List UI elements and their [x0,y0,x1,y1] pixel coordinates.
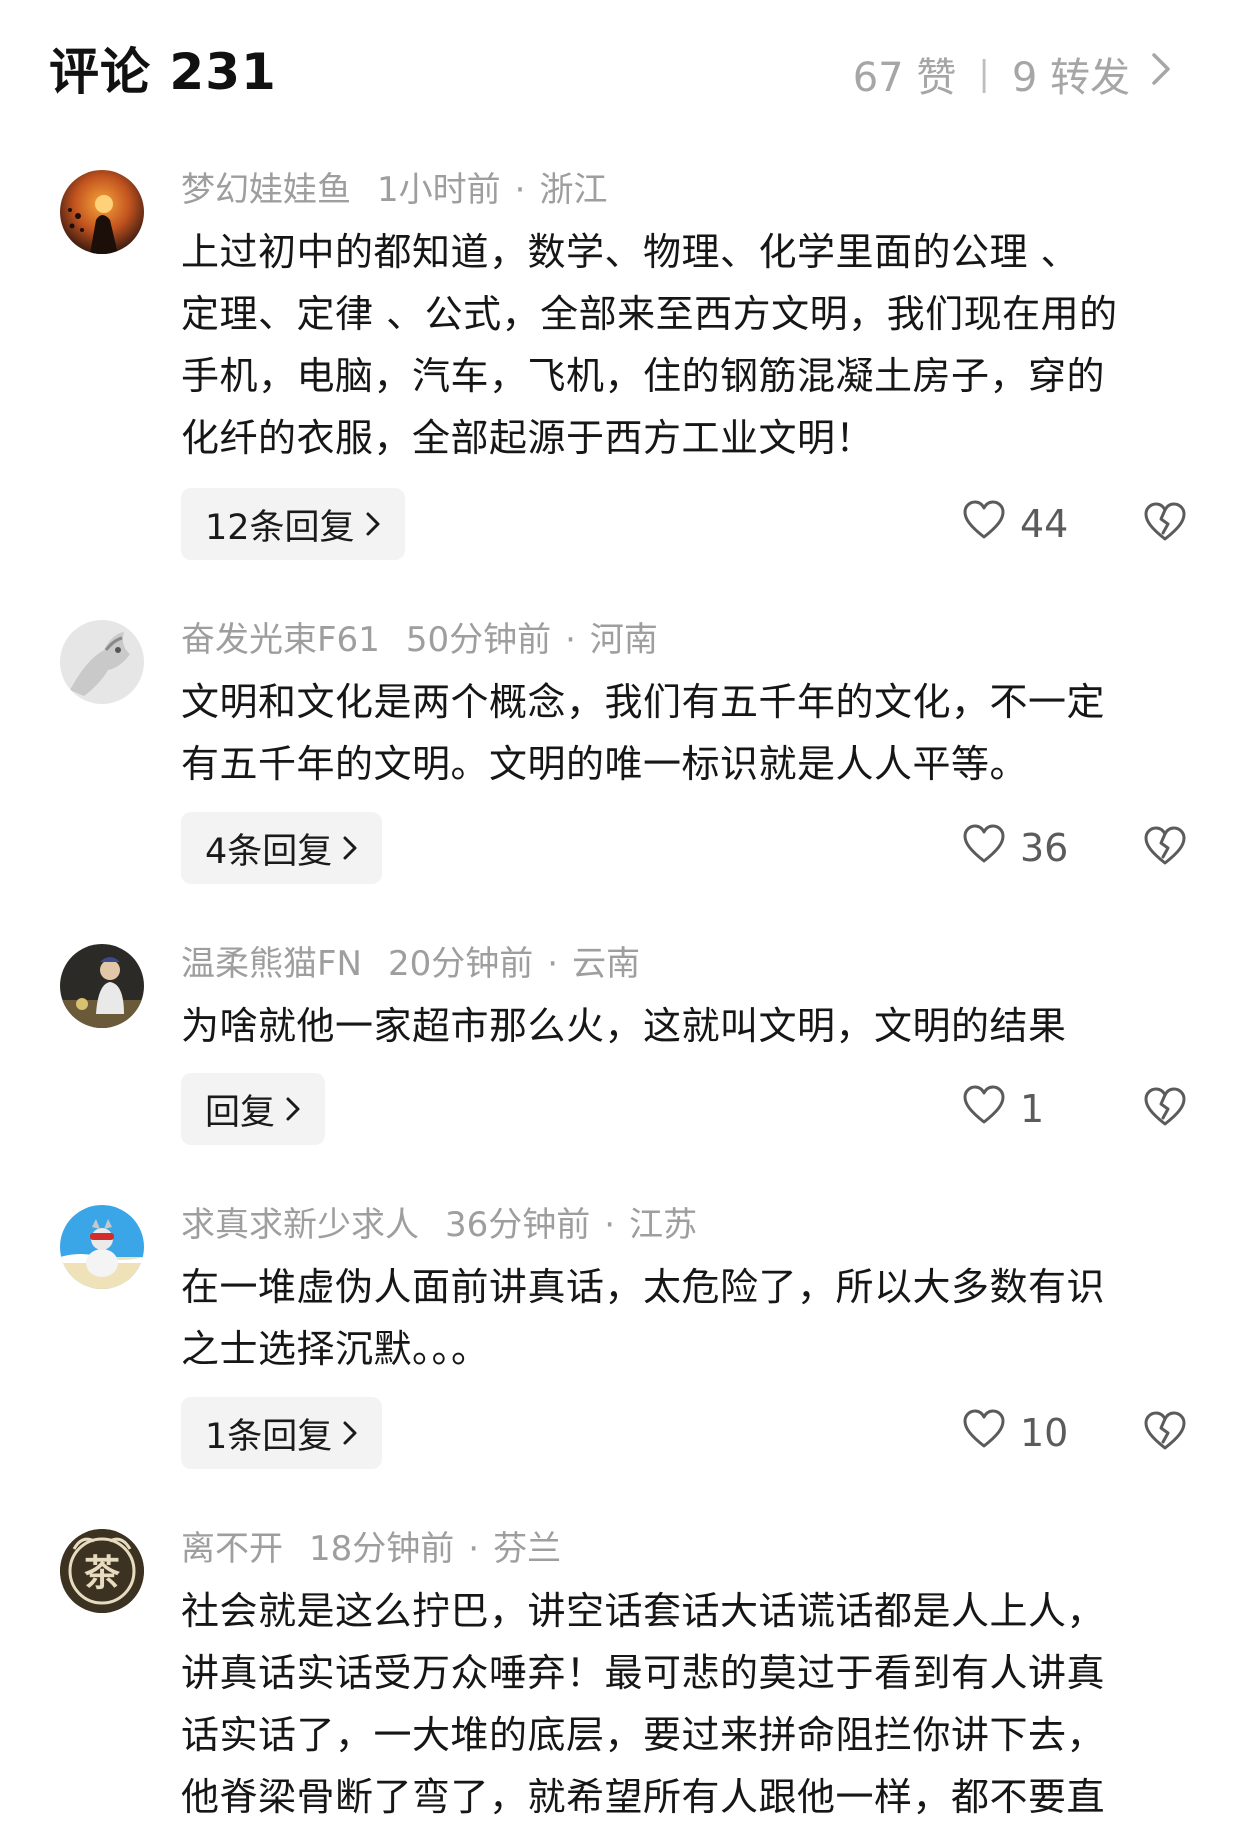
comment-meta: 梦幻娃娃鱼 1小时前 · 浙江 [181,170,608,210]
username[interactable]: 温柔熊猫FN [181,944,362,984]
like-button[interactable]: 1 [962,1073,1044,1145]
dislike-button[interactable] [1143,1397,1187,1469]
comment-location: 江苏 [629,1205,698,1245]
comment-time: 36分钟前 [445,1205,591,1245]
stats-separator: | [978,54,990,94]
comment-time: 20分钟前 [388,944,534,984]
comment-time: 50分钟前 [405,620,552,660]
view-replies-button[interactable]: 4条回复 [181,812,383,884]
comment-line: 社会就是这么拧巴，讲空话套话大话谎话都是人上人， [181,1589,1106,1633]
comment-location: 河南 [589,620,658,660]
replies-label: 4条回复 [205,831,333,872]
comment-meta: 温柔熊猫FN 20分钟前 · 云南 [181,944,641,984]
avatar[interactable] [60,170,144,254]
avatar[interactable] [60,944,144,1028]
comment-line: 为啥就他一家超市那么火，这就叫文明，文明的结果 [181,1004,1067,1048]
comment-line: 有五千年的文明。文明的唯一标识就是人人平等。 [181,742,1029,786]
chevron-right-icon [342,1419,358,1447]
comment-text: 文明和文化是两个概念，我们有五千年的文化，不一定 有五千年的文明。文明的唯一标识… [181,671,1211,795]
like-count: 36 [1020,826,1069,870]
comment-line: 定理、定律 、公式，全部来至西方文明，我们现在用的 [181,292,1118,336]
view-replies-button[interactable]: 1条回复 [181,1397,383,1469]
broken-heart-icon [1143,502,1187,546]
comment-time: 18分钟前 [309,1529,455,1569]
broken-heart-icon [1143,1087,1187,1131]
like-button[interactable]: 10 [962,1397,1068,1469]
comment-line: 上过初中的都知道，数学、物理、化学里面的公理 、 [181,230,1080,274]
chevron-right-icon [342,834,358,862]
comment-meta: 离不开 18分钟前 · 芬兰 [181,1529,562,1569]
replies-label: 回复 [205,1092,276,1133]
avatar[interactable]: 茶 [60,1529,144,1613]
like-count: 44 [1020,502,1069,546]
comment-line: 化纤的衣服，全部起源于西方工业文明！ [181,416,875,460]
like-button[interactable]: 36 [962,812,1068,884]
comment-location: 浙江 [539,170,608,210]
like-count: 10 [1020,1411,1069,1455]
comment-text: 为啥就他一家超市那么火，这就叫文明，文明的结果 [181,995,1211,1057]
heart-outline-icon [962,824,1006,873]
username[interactable]: 离不开 [181,1529,283,1569]
avatar-logo-text: 茶 [84,1553,121,1594]
replies-label: 12条回复 [205,507,355,548]
dislike-button[interactable] [1143,488,1187,560]
shares-count: 9 转发 [1011,55,1130,101]
chevron-right-icon [1150,51,1172,97]
avatar[interactable] [60,620,144,704]
likes-count: 67 赞 [852,55,957,101]
comment-text: 上过初中的都知道，数学、物理、化学里面的公理 、 定理、定律 、公式，全部来至西… [181,221,1211,469]
comment-line: 文明和文化是两个概念，我们有五千年的文化，不一定 [181,680,1106,724]
broken-heart-icon [1143,826,1187,870]
post-stats[interactable]: 67 赞 | 9 转发 [853,46,1172,102]
comment-time: 1小时前 [377,170,501,210]
comment-location: 芬兰 [493,1529,562,1569]
username[interactable]: 求真求新少求人 [181,1205,419,1245]
comment-line: 之士选择沉默。。。 [181,1327,490,1371]
avatar[interactable] [60,1205,144,1289]
comment-meta: 奋发光束F61 50分钟前 · 河南 [181,620,658,660]
comment-location: 云南 [572,944,641,984]
heart-outline-icon [962,1409,1006,1458]
comment-line: 话实话了，一大堆的底层，要过来拼命阻拦你讲下去， [181,1713,1106,1757]
view-replies-button[interactable]: 回复 [181,1073,326,1145]
chevron-right-icon [365,510,381,538]
comment-line: 手机，电脑，汽车，飞机，住的钢筋混凝土房子，穿的 [181,354,1106,398]
comments-header: 评论 231 67 赞 | 9 转发 [0,0,1242,150]
comment-text: 在一堆虚伪人面前讲真话，太危险了，所以大多数有识 之士选择沉默。。。 [181,1256,1211,1380]
heart-outline-icon [962,1085,1006,1134]
dislike-button[interactable] [1143,812,1187,884]
like-count: 1 [1020,1087,1045,1131]
username[interactable]: 奋发光束F61 [181,620,380,660]
comments-title: 评论 231 [49,43,277,101]
broken-heart-icon [1143,1411,1187,1455]
chevron-right-icon [285,1095,301,1123]
comment-text: 社会就是这么拧巴，讲空话套话大话谎话都是人上人， 讲真话实话受万众唾弃！最可悲的… [181,1580,1211,1828]
like-button[interactable]: 44 [962,488,1068,560]
dislike-button[interactable] [1143,1073,1187,1145]
comment-meta: 求真求新少求人 36分钟前 · 江苏 [181,1205,698,1245]
view-replies-button[interactable]: 12条回复 [181,488,405,560]
comment-line: 他脊梁骨断了弯了，就希望所有人跟他一样，都不要直 [181,1775,1106,1819]
comment-line: 在一堆虚伪人面前讲真话，太危险了，所以大多数有识 [181,1265,1106,1309]
comment-line: 讲真话实话受万众唾弃！最可悲的莫过于看到有人讲真 [181,1651,1106,1695]
username[interactable]: 梦幻娃娃鱼 [181,170,351,210]
replies-label: 1条回复 [205,1416,333,1457]
heart-outline-icon [962,500,1006,549]
